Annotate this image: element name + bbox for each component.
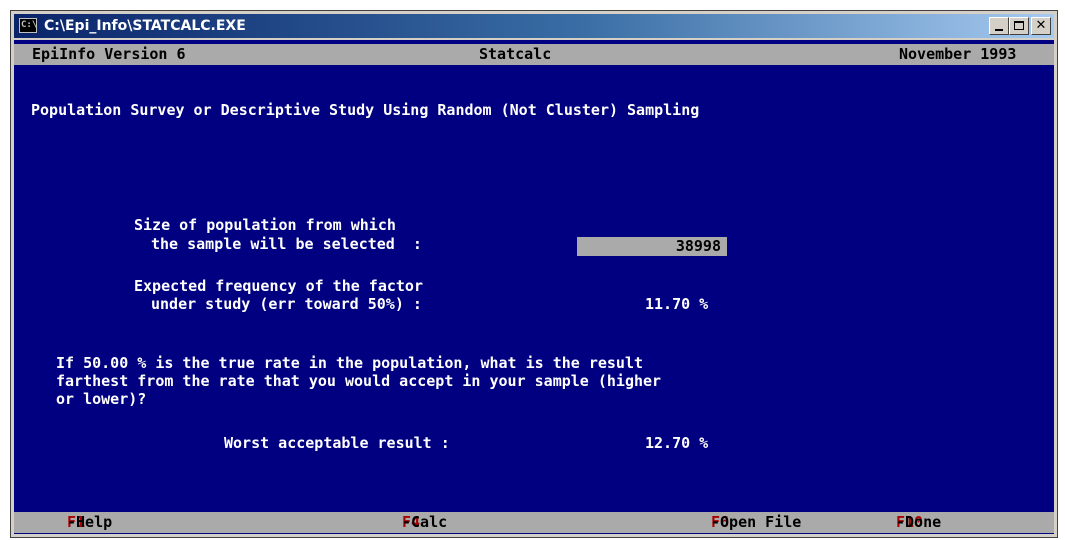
question-text-line1: If 50.00 % is the true rate in the popul… [56, 354, 643, 372]
console-icon[interactable]: C:\ [19, 18, 37, 33]
calc-label: -Calc [402, 513, 448, 531]
worst-result-field[interactable]: 12.70 % [645, 435, 708, 452]
frequency-label-continued: under study (err toward 50%) : [151, 295, 422, 313]
footer-bar: F1 -Help F4 -Calc F6 -Open File F10 -Done [14, 512, 1054, 533]
close-icon: ✕ [1035, 18, 1047, 33]
version-label: EpiInfo Version 6 [32, 45, 186, 63]
header-bar: EpiInfo Version 6 Statcalc November 1993 [14, 44, 1054, 65]
done-label: -Done [896, 513, 942, 531]
title-bar[interactable]: C:\ C:\Epi_Info\STATCALC.EXE ✕ [14, 14, 1054, 38]
close-button[interactable]: ✕ [1031, 17, 1051, 35]
population-label: Size of population from which [134, 216, 396, 234]
console-window: C:\ C:\Epi_Info\STATCALC.EXE ✕ EpiInfo V… [10, 10, 1058, 538]
maximize-icon [1014, 21, 1024, 30]
program-label: Statcalc [479, 45, 552, 63]
window-title: C:\Epi_Info\STATCALC.EXE [44, 18, 246, 34]
expected-frequency-field[interactable]: 11.70 % [645, 296, 708, 313]
date-label: November 1993 [899, 45, 1017, 63]
dos-screen: EpiInfo Version 6 Statcalc November 1993… [14, 40, 1054, 534]
maximize-button[interactable] [1009, 17, 1029, 35]
population-label-continued: the sample will be selected : [151, 235, 422, 253]
question-text-line2: farthest from the rate that you would ac… [56, 372, 662, 390]
minimize-button[interactable] [989, 17, 1009, 35]
population-size-input[interactable]: 38998 [577, 237, 727, 256]
question-text-line3: or lower)? [56, 390, 147, 408]
open-file-label: -Open File [711, 513, 802, 531]
worst-result-label: Worst acceptable result : [224, 434, 450, 452]
frequency-label: Expected frequency of the factor [134, 277, 423, 295]
minimize-icon [995, 29, 1003, 31]
help-label: -Help [67, 513, 113, 531]
page-title: Population Survey or Descriptive Study U… [31, 101, 700, 119]
